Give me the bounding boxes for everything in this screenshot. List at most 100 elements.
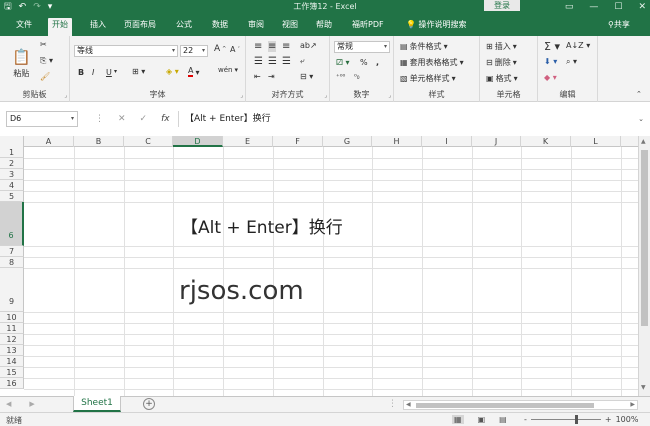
align-middle-icon[interactable]: ≡ — [268, 41, 277, 52]
font-color-button[interactable]: A ▾ — [188, 67, 200, 77]
row-header-1[interactable]: 1 — [0, 147, 24, 158]
vertical-scrollbar[interactable]: ▲ ▼ — [638, 136, 650, 396]
collapse-ribbon-icon[interactable]: ⌃ — [636, 90, 642, 98]
scroll-up-icon[interactable]: ▲ — [641, 138, 646, 145]
fill-icon[interactable]: ⬇ ▾ — [544, 57, 557, 66]
font-launcher-icon[interactable]: ⌟ — [240, 92, 243, 99]
format-painter-icon[interactable]: 🖌 — [40, 72, 50, 81]
find-select-icon[interactable]: ⌕ ▾ — [566, 57, 577, 67]
scroll-left-icon[interactable]: ◀ — [406, 401, 411, 408]
column-header-c[interactable]: C — [124, 136, 173, 147]
paste-button[interactable]: 📋 粘贴 — [12, 48, 31, 79]
normal-view-icon[interactable]: ▦ — [452, 415, 464, 424]
conditional-formatting-button[interactable]: ▤ 条件格式 ▾ — [400, 41, 448, 52]
row-header-14[interactable]: 14 — [0, 356, 24, 367]
row-header-10[interactable]: 10 — [0, 312, 24, 323]
font-name-dropdown[interactable]: 等线 ▾ — [74, 45, 178, 57]
number-format-dropdown[interactable]: 常规 ▾ — [334, 41, 390, 53]
cut-icon[interactable]: ✂ — [40, 40, 47, 49]
row-header-11[interactable]: 11 — [0, 323, 24, 334]
align-center-icon[interactable]: ☰ — [268, 56, 277, 67]
column-header-b[interactable]: B — [74, 136, 124, 147]
cell-d9[interactable]: rjsos.com — [179, 274, 304, 308]
login-button[interactable]: 登录 — [484, 0, 520, 11]
zoom-level[interactable]: 100% — [616, 415, 639, 424]
clear-icon[interactable]: ◆ ▾ — [544, 73, 557, 82]
tell-me-search[interactable]: 💡 操作说明搜索 — [402, 18, 471, 36]
column-header-f[interactable]: F — [273, 136, 323, 147]
formula-input[interactable]: 【Alt + Enter】换行 ⌄ — [178, 111, 648, 127]
next-sheet-icon[interactable]: ▶ — [29, 400, 34, 408]
minimize-icon[interactable]: — — [589, 2, 598, 12]
row-header-5[interactable]: 5 — [0, 191, 24, 202]
close-icon[interactable]: ✕ — [638, 2, 646, 12]
delete-cells-button[interactable]: ⊟ 删除 ▾ — [486, 57, 517, 68]
column-header-i[interactable]: I — [422, 136, 472, 147]
select-all-corner[interactable] — [0, 136, 24, 147]
sheet-tab-sheet1[interactable]: Sheet1 — [73, 396, 121, 412]
row-header-9[interactable]: 9 — [0, 268, 24, 312]
percent-button[interactable]: % — [360, 58, 368, 67]
align-right-icon[interactable]: ☰ — [282, 56, 291, 67]
format-as-table-button[interactable]: ▦ 套用表格格式 ▾ — [400, 57, 464, 68]
share-button[interactable]: ⚲共享 — [604, 18, 634, 36]
column-header-e[interactable]: E — [223, 136, 273, 147]
tab-home[interactable]: 开始 — [48, 18, 72, 36]
add-sheet-icon[interactable]: + — [143, 398, 155, 410]
tab-data[interactable]: 数据 — [208, 18, 232, 36]
column-header-h[interactable]: H — [372, 136, 422, 147]
insert-cells-button[interactable]: ⊞ 插入 ▾ — [486, 41, 517, 52]
comma-button[interactable]: , — [376, 58, 379, 67]
format-cells-button[interactable]: ▣ 格式 ▾ — [486, 73, 518, 84]
decrease-indent-icon[interactable]: ⇤ — [254, 72, 261, 81]
cell-d6[interactable]: 【Alt + Enter】换行 — [181, 216, 343, 240]
name-box[interactable]: D6 ▾ — [6, 111, 78, 127]
tab-formulas[interactable]: 公式 — [172, 18, 196, 36]
clipboard-launcher-icon[interactable]: ⌟ — [64, 92, 67, 99]
ribbon-display-icon[interactable]: ▭ — [565, 2, 574, 12]
increase-indent-icon[interactable]: ⇥ — [268, 72, 275, 81]
enter-icon[interactable]: ✓ — [140, 114, 148, 124]
merge-center-icon[interactable]: ⊟ ▾ — [300, 72, 313, 81]
number-launcher-icon[interactable]: ⌟ — [388, 92, 391, 99]
row-header-12[interactable]: 12 — [0, 334, 24, 345]
align-bottom-icon[interactable]: ≡ — [282, 41, 290, 52]
tab-view[interactable]: 视图 — [278, 18, 302, 36]
vertical-scroll-thumb[interactable] — [641, 150, 648, 326]
cancel-icon[interactable]: ✕ — [118, 114, 126, 124]
autosum-icon[interactable]: Σ ▾ — [544, 40, 560, 53]
tab-foxit-pdf[interactable]: 福昕PDF — [348, 18, 388, 36]
row-header-2[interactable]: 2 — [0, 158, 24, 169]
increase-decimal-icon[interactable]: ⁺⁰⁰ — [336, 73, 345, 81]
decrease-decimal-icon[interactable]: ⁰₀ — [354, 73, 360, 81]
splitter-handle-icon[interactable]: ⋮ — [388, 399, 397, 409]
tab-help[interactable]: 帮助 — [312, 18, 336, 36]
border-icon[interactable]: ⊞ ▾ — [132, 67, 145, 76]
bold-button[interactable]: B — [78, 68, 84, 77]
alignment-launcher-icon[interactable]: ⌟ — [324, 92, 327, 99]
copy-icon[interactable]: ⎘ ▾ — [40, 56, 53, 66]
scroll-down-icon[interactable]: ▼ — [641, 384, 646, 391]
cell-styles-button[interactable]: ▧ 单元格样式 ▾ — [400, 73, 456, 84]
zoom-slider-knob[interactable] — [574, 415, 578, 424]
shrink-font-icon[interactable]: Aˇ — [230, 45, 240, 54]
align-left-icon[interactable]: ☰ — [254, 56, 263, 67]
accounting-format-icon[interactable]: ⚂ ▾ — [336, 58, 350, 67]
insert-function-button[interactable]: fx — [161, 114, 170, 124]
horizontal-scrollbar[interactable]: ◀ ▶ — [403, 400, 638, 410]
tab-page-layout[interactable]: 页面布局 — [120, 18, 160, 36]
tab-insert[interactable]: 插入 — [86, 18, 110, 36]
column-header-d[interactable]: D — [173, 136, 223, 147]
wrap-text-icon[interactable]: ⤶ — [300, 56, 304, 66]
zoom-slider[interactable] — [530, 415, 601, 424]
row-header-3[interactable]: 3 — [0, 169, 24, 180]
italic-button[interactable]: I — [92, 68, 94, 77]
page-layout-view-icon[interactable]: ▣ — [478, 415, 486, 424]
row-header-15[interactable]: 15 — [0, 367, 24, 378]
tab-review[interactable]: 审阅 — [244, 18, 268, 36]
row-header-16[interactable]: 16 — [0, 378, 24, 389]
column-header-j[interactable]: J — [472, 136, 521, 147]
page-break-view-icon[interactable]: ▤ — [499, 415, 507, 424]
column-header-l[interactable]: L — [571, 136, 621, 147]
row-header-4[interactable]: 4 — [0, 180, 24, 191]
